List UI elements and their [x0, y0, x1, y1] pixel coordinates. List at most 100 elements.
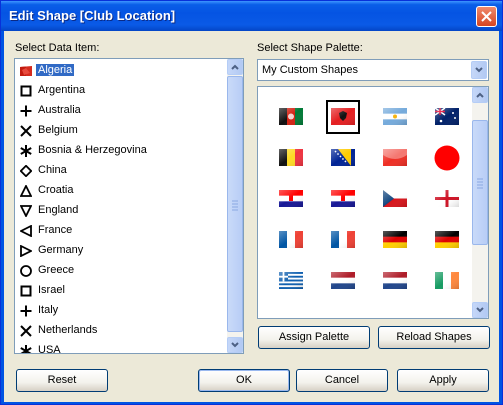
cancel-button[interactable]: Cancel — [296, 369, 388, 392]
plus-icon — [20, 105, 32, 117]
shape-cell[interactable] — [274, 100, 308, 134]
ok-button[interactable]: OK — [198, 369, 290, 392]
shape-cell[interactable] — [430, 264, 464, 298]
shape-cell[interactable] — [430, 100, 464, 134]
scroll-thumb[interactable] — [227, 76, 243, 332]
red-white-flag-icon — [383, 149, 407, 166]
list-item[interactable]: Argentina — [15, 81, 228, 101]
shape-cell[interactable] — [326, 264, 360, 298]
flag-algeria-icon — [20, 65, 32, 77]
assign-palette-button[interactable]: Assign Palette — [258, 326, 370, 349]
shape-cell[interactable] — [430, 182, 464, 216]
list-item[interactable]: Belgium — [15, 121, 228, 141]
shape-cell[interactable] — [430, 223, 464, 257]
england-flag-icon — [435, 190, 459, 207]
list-item-label: USA — [38, 344, 61, 354]
list-item[interactable]: Germany — [15, 241, 228, 261]
list-item-label: Israel — [38, 284, 65, 296]
list-item-label: Germany — [38, 244, 84, 256]
grip-icon — [477, 178, 483, 189]
list-item-label: China — [38, 164, 67, 176]
list-item[interactable]: France — [15, 221, 228, 241]
list-item-label: England — [38, 204, 79, 216]
list-item-label: Netherlands — [38, 324, 98, 336]
cancel-label: Cancel — [324, 374, 360, 386]
reload-shapes-button[interactable]: Reload Shapes — [378, 326, 490, 349]
argentina-flag-icon — [383, 108, 407, 125]
chevron-down-icon — [475, 67, 483, 73]
shape-cell[interactable] — [274, 223, 308, 257]
shape-cell[interactable] — [274, 141, 308, 175]
chevron-up-icon — [476, 92, 484, 98]
triangle-right-icon — [20, 244, 34, 258]
list-item[interactable]: Italy — [15, 301, 228, 321]
list-item-label: Algeria — [36, 64, 75, 76]
scroll-up-button[interactable] — [227, 59, 243, 75]
shape-cell[interactable] — [326, 223, 360, 257]
shape-grid[interactable] — [257, 86, 489, 319]
scroll-thumb[interactable] — [472, 120, 488, 245]
shape-cell[interactable] — [326, 182, 360, 216]
albania-flag-icon — [331, 108, 355, 125]
edit-shape-dialog: Edit Shape [Club Location] Select Data I… — [0, 0, 503, 405]
reset-button[interactable]: Reset — [16, 369, 108, 392]
data-item-scrollbar[interactable] — [227, 59, 243, 353]
select-data-item-label: Select Data Item: — [15, 42, 100, 54]
list-item[interactable]: Australia — [15, 101, 228, 121]
list-item[interactable]: Bosnia & Herzegovina — [15, 141, 228, 161]
asterisk-icon — [20, 145, 32, 157]
scroll-down-button[interactable] — [472, 302, 488, 318]
close-button[interactable] — [476, 6, 497, 27]
shape-cell[interactable] — [378, 100, 412, 134]
list-item[interactable]: Netherlands — [15, 321, 228, 341]
apply-button[interactable]: Apply — [397, 369, 489, 392]
shape-cell[interactable] — [326, 141, 360, 175]
cross-x-icon — [20, 125, 32, 137]
belgium-flag-icon — [279, 149, 303, 166]
shape-cell[interactable] — [430, 141, 464, 175]
title-bar[interactable]: Edit Shape [Club Location] — [1, 1, 502, 31]
square-outline-icon — [20, 85, 32, 97]
shape-cell[interactable] — [274, 264, 308, 298]
greece-flag-icon — [279, 272, 303, 289]
afghanistan-flag-icon — [279, 108, 303, 125]
shape-palette-select[interactable]: My Custom Shapes — [257, 59, 489, 81]
list-item[interactable]: Greece — [15, 261, 228, 281]
select-shape-palette-label: Select Shape Palette: — [257, 42, 363, 54]
grip-icon — [232, 200, 238, 211]
shape-palette-value: My Custom Shapes — [262, 64, 358, 76]
shape-cell[interactable] — [326, 100, 360, 134]
shape-grid-scrollbar[interactable] — [472, 87, 488, 318]
dropdown-arrow-button[interactable] — [471, 61, 487, 79]
ok-label: OK — [236, 374, 252, 386]
shape-cell[interactable] — [378, 264, 412, 298]
list-item-label: Bosnia & Herzegovina — [38, 144, 147, 156]
list-item[interactable]: Algeria — [15, 61, 228, 81]
list-item-label: France — [38, 224, 73, 236]
netherlands-flag-2-icon — [383, 272, 407, 289]
window-title: Edit Shape [Club Location] — [9, 8, 176, 23]
germany-flag-2-icon — [435, 231, 459, 248]
list-item[interactable]: Croatia — [15, 181, 228, 201]
czech-flag-icon — [383, 190, 407, 207]
data-item-list[interactable]: Algeria Argentina Australia Belgium Bosnia &… — [14, 58, 244, 354]
list-item[interactable]: USA — [15, 341, 228, 354]
shape-cell[interactable] — [378, 182, 412, 216]
list-item-label: Belgium — [38, 124, 78, 136]
list-item[interactable]: China — [15, 161, 228, 181]
chevron-up-icon — [231, 64, 239, 70]
list-item-label: Italy — [38, 304, 59, 316]
shape-cell[interactable] — [378, 223, 412, 257]
bosnia-flag-icon — [331, 149, 355, 166]
list-item[interactable]: Israel — [15, 281, 228, 301]
list-item-label: Croatia — [38, 184, 74, 196]
apply-label: Apply — [429, 374, 457, 386]
scroll-down-button[interactable] — [227, 337, 243, 353]
shape-cell[interactable] — [274, 182, 308, 216]
asterisk-icon — [20, 345, 32, 353]
scroll-up-button[interactable] — [472, 87, 488, 103]
list-item[interactable]: England — [15, 201, 228, 221]
shape-cell[interactable] — [378, 141, 412, 175]
croatia-flag-2-icon — [331, 190, 355, 207]
list-item-label: Argentina — [38, 84, 86, 96]
